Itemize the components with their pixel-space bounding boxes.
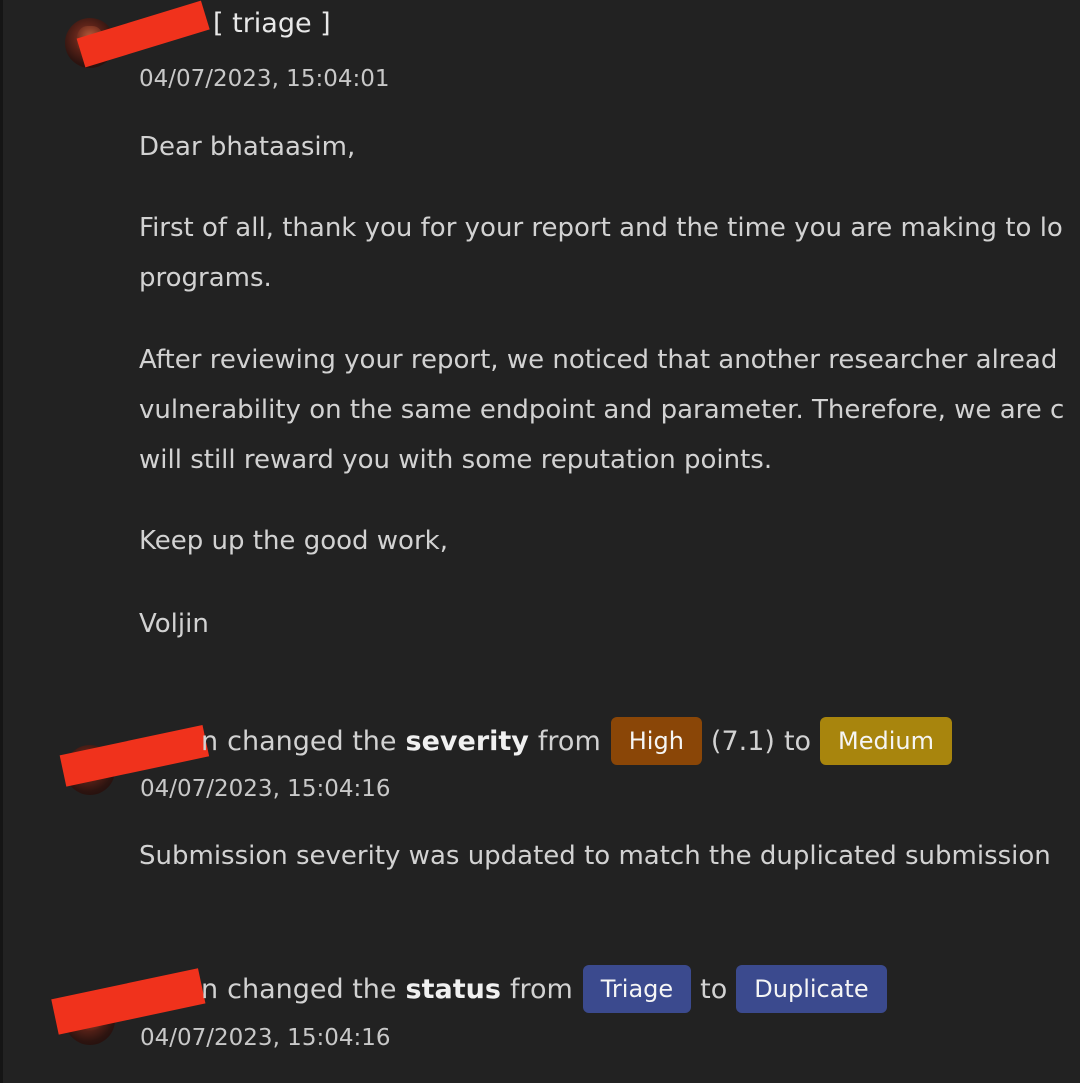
comment-paragraph: vulnerability on the same endpoint and p… xyxy=(139,395,1065,425)
event-timestamp: 04/07/2023, 15:04:16 xyxy=(140,1025,391,1051)
status-change-line: n changed the status from Triage to Dupl… xyxy=(201,964,887,1014)
from-text: from xyxy=(537,725,601,757)
status-badge-duplicate: Duplicate xyxy=(736,965,887,1013)
author-name-fragment: n xyxy=(201,725,219,757)
author-name-fragment: n xyxy=(201,973,219,1005)
to-text: to xyxy=(700,973,728,1005)
event-timestamp: 04/07/2023, 15:04:16 xyxy=(140,776,391,802)
comment-paragraph: Keep up the good work, xyxy=(139,526,448,556)
comment-paragraph: First of all, thank you for your report … xyxy=(139,213,1063,243)
activity-feed: [ triage ] 04/07/2023, 15:04:01 Dear bha… xyxy=(0,0,1080,1083)
severity-badge-high: High xyxy=(610,717,702,765)
status-badge-triage: Triage xyxy=(582,965,692,1013)
to-text: to xyxy=(783,725,812,757)
comment-timestamp: 04/07/2023, 15:04:01 xyxy=(139,66,390,92)
author-role-label: [ triage ] xyxy=(213,8,331,39)
from-text: from xyxy=(509,973,573,1005)
severity-badge-medium: Medium xyxy=(820,717,953,765)
severity-change-line: n changed the severity from High (7.1) t… xyxy=(201,716,953,766)
comment-paragraph: Dear bhataasim, xyxy=(139,132,356,162)
action-text: changed the xyxy=(227,725,397,757)
field-name: severity xyxy=(405,725,529,757)
severity-note: Submission severity was updated to match… xyxy=(139,841,1051,871)
comment-author: [ triage ] xyxy=(213,8,331,39)
field-name: status xyxy=(405,973,501,1005)
comment-paragraph: After reviewing your report, we noticed … xyxy=(139,345,1058,375)
action-text: changed the xyxy=(227,973,397,1005)
comment-signature: Voljin xyxy=(139,609,209,639)
comment-paragraph: programs. xyxy=(139,263,272,293)
cvss-score: (7.1) xyxy=(710,725,775,757)
redaction-mark xyxy=(76,0,210,68)
comment-paragraph: will still reward you with some reputati… xyxy=(139,445,773,475)
